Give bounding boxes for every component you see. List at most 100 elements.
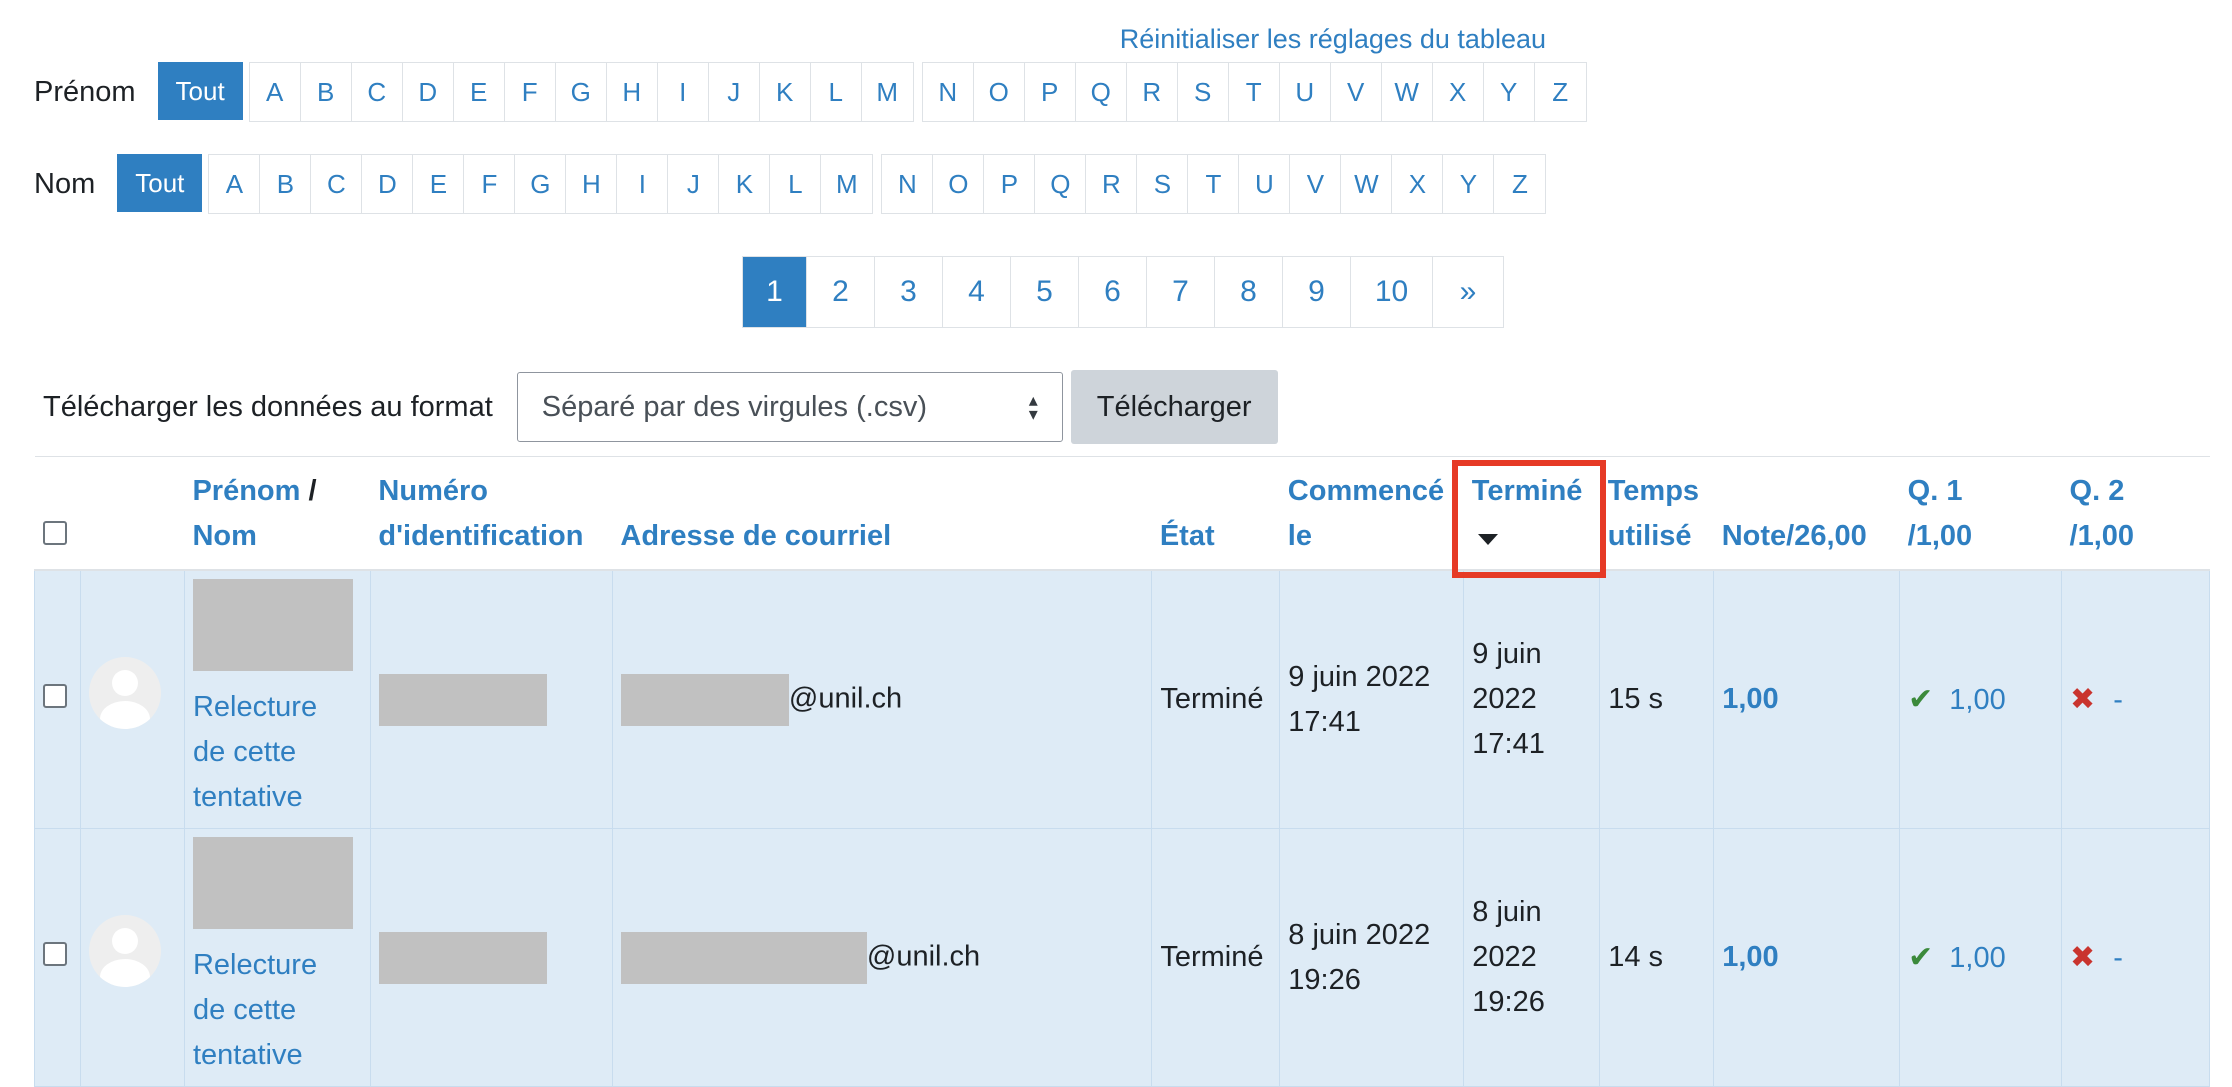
sort-descending-icon: [1477, 534, 1498, 545]
lastname-initial-u[interactable]: U: [1239, 155, 1291, 213]
page-2-button[interactable]: 2: [807, 257, 875, 327]
sort-by-email-link[interactable]: Adresse de courriel: [612, 456, 1152, 571]
firstname-initial-r[interactable]: R: [1127, 63, 1178, 121]
q2-cell: ✖ -: [2061, 828, 2210, 1087]
lastname-initial-h[interactable]: H: [566, 155, 618, 213]
q1-score-link[interactable]: 1,00: [1949, 942, 2005, 974]
lastname-initial-c[interactable]: C: [311, 155, 363, 213]
lastname-initial-m[interactable]: M: [821, 155, 872, 213]
download-button[interactable]: Télécharger: [1070, 370, 1278, 444]
firstname-initial-j[interactable]: J: [709, 63, 760, 121]
lastname-initial-r[interactable]: R: [1086, 155, 1138, 213]
grade-link[interactable]: 1,00: [1722, 683, 1778, 715]
review-attempt-link[interactable]: Relecture de cette tentative: [193, 949, 317, 1071]
firstname-initial-n[interactable]: N: [923, 63, 974, 121]
select-all-checkbox[interactable]: [42, 521, 67, 545]
firstname-initial-s[interactable]: S: [1178, 63, 1229, 121]
firstname-initial-a[interactable]: A: [250, 63, 301, 121]
firstname-initial-k[interactable]: K: [760, 63, 811, 121]
lastname-initial-z[interactable]: Z: [1494, 155, 1545, 213]
grade-link[interactable]: 1,00: [1722, 941, 1778, 973]
firstname-initial-e[interactable]: E: [454, 63, 505, 121]
lastname-initial-s[interactable]: S: [1137, 155, 1189, 213]
lastname-initial-f[interactable]: F: [464, 155, 516, 213]
firstname-initial-l[interactable]: L: [811, 63, 862, 121]
q2-score-link[interactable]: -: [2113, 942, 2123, 974]
lastname-initial-e[interactable]: E: [413, 155, 465, 213]
firstname-initial-y[interactable]: Y: [1484, 63, 1535, 121]
reset-table-preferences-link[interactable]: Réinitialiser les réglages du tableau: [1120, 24, 1546, 55]
avatar[interactable]: [88, 914, 161, 987]
lastname-initial-d[interactable]: D: [362, 155, 414, 213]
firstname-initial-o[interactable]: O: [974, 63, 1025, 121]
firstname-initial-u[interactable]: U: [1280, 63, 1331, 121]
firstname-initial-g[interactable]: G: [556, 63, 607, 121]
sort-by-duration-link[interactable]: Temps utilisé: [1599, 456, 1714, 571]
q2-score-link[interactable]: -: [2113, 684, 2123, 716]
firstname-initial-w[interactable]: W: [1382, 63, 1433, 121]
firstname-initial-p[interactable]: P: [1025, 63, 1076, 121]
page-9-button[interactable]: 9: [1283, 257, 1351, 327]
sort-by-q1-link[interactable]: Q. 1/1,00: [1899, 456, 2062, 571]
lastname-initial-x[interactable]: X: [1392, 155, 1444, 213]
row-checkbox[interactable]: [43, 942, 67, 966]
lastname-initial-q[interactable]: Q: [1035, 155, 1087, 213]
lastname-initial-a[interactable]: A: [209, 155, 261, 213]
lastname-initial-g[interactable]: G: [515, 155, 567, 213]
page-4-button[interactable]: 4: [943, 257, 1011, 327]
firstname-initial-b[interactable]: B: [301, 63, 352, 121]
duration-cell: 14 s: [1599, 828, 1715, 1087]
lastname-initial-j[interactable]: J: [668, 155, 720, 213]
firstname-initial-v[interactable]: V: [1331, 63, 1382, 121]
next-page-button[interactable]: »: [1433, 257, 1503, 327]
sort-by-grade-link[interactable]: Note/26,00: [1713, 456, 1900, 571]
lastname-initial-p[interactable]: P: [984, 155, 1036, 213]
page-1-button[interactable]: 1: [743, 257, 807, 327]
sort-by-finished-link[interactable]: Terminé: [1463, 456, 1600, 571]
page-3-button[interactable]: 3: [875, 257, 943, 327]
lastname-initial-w[interactable]: W: [1341, 155, 1393, 213]
sort-by-q2-link[interactable]: Q. 2/1,00: [2061, 456, 2210, 571]
sort-by-lastname-link[interactable]: Nom: [192, 520, 256, 552]
lastname-initial-all[interactable]: Tout: [117, 154, 203, 212]
sort-by-state-link[interactable]: État: [1151, 456, 1280, 571]
page-6-button[interactable]: 6: [1079, 257, 1147, 327]
page-8-button[interactable]: 8: [1215, 257, 1283, 327]
firstname-initial-d[interactable]: D: [403, 63, 454, 121]
lastname-initials-n-z: N O P Q R S T U V W X Y Z: [881, 154, 1547, 214]
download-format-select[interactable]: Séparé par des virgules (.csv) ▴ ▾: [516, 372, 1063, 442]
lastname-initial-b[interactable]: B: [260, 155, 312, 213]
lastname-initial-y[interactable]: Y: [1443, 155, 1495, 213]
page-10-button[interactable]: 10: [1351, 257, 1433, 327]
q1-score-link[interactable]: 1,00: [1949, 684, 2005, 716]
lastname-initial-v[interactable]: V: [1290, 155, 1342, 213]
lastname-initial-t[interactable]: T: [1188, 155, 1240, 213]
firstname-initial-x[interactable]: X: [1433, 63, 1484, 121]
lastname-initial-n[interactable]: N: [882, 155, 934, 213]
sort-by-firstname-link[interactable]: Prénom: [192, 475, 300, 507]
firstname-initial-q[interactable]: Q: [1076, 63, 1127, 121]
sort-by-started-link[interactable]: Commencé le: [1279, 456, 1464, 571]
firstname-initial-i[interactable]: I: [658, 63, 709, 121]
firstname-initial-t[interactable]: T: [1229, 63, 1280, 121]
firstname-initial-z[interactable]: Z: [1535, 63, 1586, 121]
firstname-initial-all[interactable]: Tout: [157, 62, 243, 120]
lastname-initial-l[interactable]: L: [770, 155, 822, 213]
state-cell: Terminé: [1151, 828, 1281, 1087]
sort-by-idnumber-link[interactable]: Numéro d'identification: [370, 456, 613, 571]
avatar[interactable]: [88, 656, 161, 729]
firstname-initial-m[interactable]: M: [862, 63, 913, 121]
firstname-initials-n-z: N O P Q R S T U V W X Y Z: [921, 62, 1587, 122]
row-checkbox[interactable]: [43, 684, 67, 708]
firstname-initial-h[interactable]: H: [607, 63, 658, 121]
firstname-initial-f[interactable]: F: [505, 63, 556, 121]
lastname-initial-k[interactable]: K: [719, 155, 771, 213]
page-7-button[interactable]: 7: [1147, 257, 1215, 327]
lastname-initial-o[interactable]: O: [933, 155, 985, 213]
review-attempt-link[interactable]: Relecture de cette tentative: [193, 691, 317, 813]
q1-cell: ✔ 1,00: [1899, 828, 2063, 1087]
firstname-initial-c[interactable]: C: [352, 63, 403, 121]
lastname-initial-i[interactable]: I: [617, 155, 669, 213]
started-cell: 9 juin 2022 17:41: [1279, 569, 1465, 829]
page-5-button[interactable]: 5: [1011, 257, 1079, 327]
